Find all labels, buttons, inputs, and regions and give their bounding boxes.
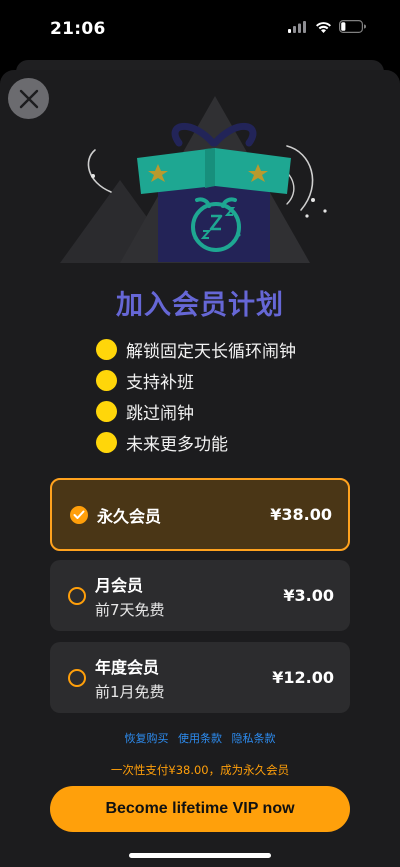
plan-option-monthly[interactable]: 月会员 前7天免费 ¥3.00 [50, 560, 350, 631]
privacy-link[interactable]: 隐私条款 [232, 732, 276, 745]
terms-link[interactable]: 使用条款 [178, 732, 222, 745]
feature-label: 未来更多功能 [126, 435, 228, 455]
plan-option-lifetime[interactable]: 永久会员 ¥38.00 [50, 478, 350, 551]
feature-item: 未来更多功能 [96, 427, 296, 458]
feature-item: 解锁固定天长循环闹钟 [96, 334, 296, 365]
radio-selected [70, 505, 88, 524]
plan-name: 永久会员 [97, 506, 162, 526]
restore-purchase-link[interactable]: 恢复购买 [125, 732, 169, 745]
status-time: 21:06 [50, 19, 106, 39]
bullet-dot-icon [96, 370, 117, 391]
plan-price: ¥12.00 [272, 668, 334, 687]
close-button[interactable] [8, 78, 49, 119]
close-icon [19, 89, 38, 108]
become-vip-button[interactable]: Become lifetime VIP now [50, 786, 350, 832]
plan-price: ¥3.00 [283, 586, 334, 605]
feature-label: 支持补班 [126, 373, 194, 393]
feature-item: 支持补班 [96, 365, 296, 396]
payment-note: 一次性支付¥38.00，成为永久会员 [110, 763, 290, 777]
page-title: 加入会员计划 [116, 290, 284, 321]
radio-unselected [68, 668, 86, 687]
bullet-dot-icon [96, 339, 117, 360]
plan-price: ¥38.00 [270, 505, 332, 524]
gift-alarm-clock-illustration [60, 96, 327, 263]
bullet-dot-icon [96, 432, 117, 453]
plan-trial: 前1月免费 [95, 682, 165, 701]
feature-label: 跳过闹钟 [126, 404, 194, 424]
check-icon [73, 510, 85, 519]
status-icons [288, 20, 366, 33]
status-bar: 21:06 [0, 0, 400, 60]
cellular-signal-icon [288, 20, 306, 33]
home-indicator [129, 853, 271, 858]
plan-trial: 前7天免费 [95, 600, 165, 619]
plan-name: 年度会员 [95, 657, 160, 677]
bullet-dot-icon [96, 401, 117, 422]
plan-option-yearly[interactable]: 年度会员 前1月免费 ¥12.00 [50, 642, 350, 713]
feature-list: 解锁固定天长循环闹钟 支持补班 跳过闹钟 未来更多功能 [96, 334, 296, 458]
footer-links: 恢复购买 使用条款 隐私条款 [0, 730, 400, 746]
radio-unselected [68, 586, 86, 605]
feature-item: 跳过闹钟 [96, 396, 296, 427]
battery-icon [339, 20, 366, 33]
wifi-icon [316, 21, 331, 33]
plan-name: 月会员 [95, 575, 144, 595]
feature-label: 解锁固定天长循环闹钟 [126, 342, 296, 362]
